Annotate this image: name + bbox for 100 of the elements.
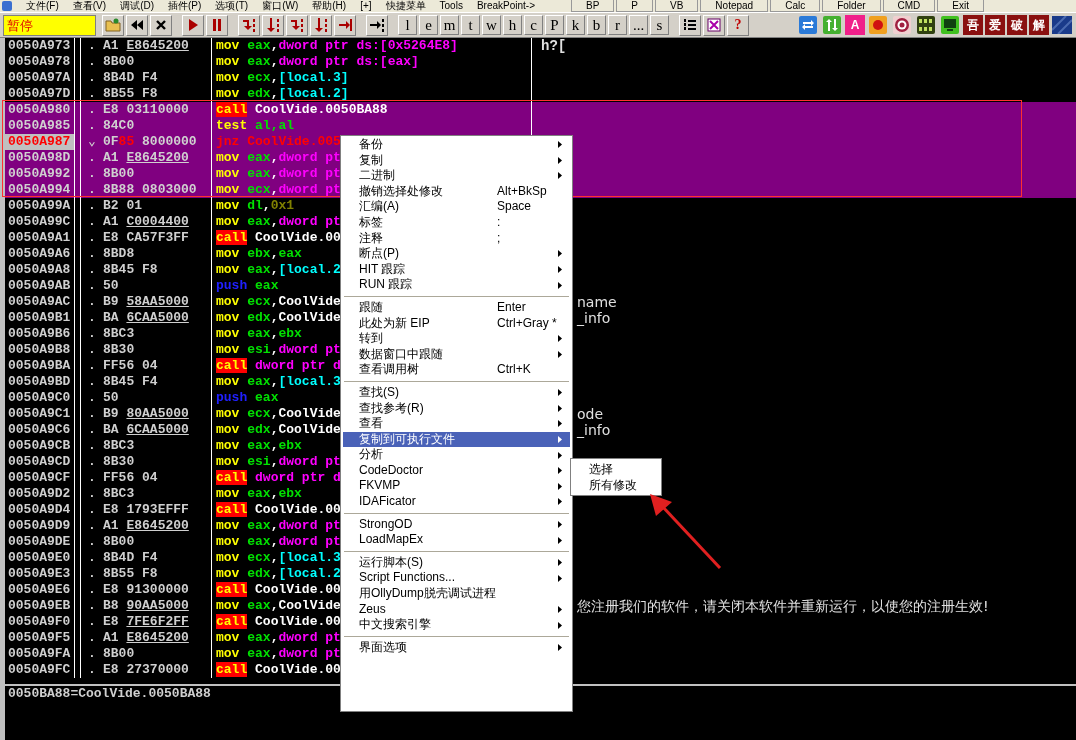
comment-text: _info <box>577 422 611 438</box>
hex-cell: 8BC3 <box>103 438 212 454</box>
hex-cell: 8B45 F4 <box>103 374 212 390</box>
hex-cell: E8 1793EFFF <box>103 502 212 518</box>
address-cell: 0050A978 <box>5 54 75 70</box>
row-marker: . <box>87 598 97 614</box>
address-cell: 0050A9CD <box>5 454 75 470</box>
row-marker: . <box>87 358 97 374</box>
row-marker: . <box>87 502 97 518</box>
address-cell: 0050A9F0 <box>5 614 75 630</box>
address-cell: 0050A9B8 <box>5 342 75 358</box>
hex-cell: E8 91300000 <box>103 582 212 598</box>
hex-cell: 8BD8 <box>103 246 212 262</box>
row-marker: . <box>87 278 97 294</box>
hex-cell: FF56 04 <box>103 470 212 486</box>
hex-cell: 8B00 <box>103 646 212 662</box>
comment-text: name <box>577 294 617 310</box>
row-marker: . <box>87 310 97 326</box>
row-marker: . <box>87 486 97 502</box>
status-field: 暂停 <box>3 14 96 36</box>
address-cell: 0050A99A <box>5 198 75 214</box>
address-cell: 0050A987 <box>5 134 75 150</box>
hex-cell: B9 58AA5000 <box>103 294 212 310</box>
address-cell: 0050A97A <box>5 70 75 86</box>
row-marker: . <box>87 438 97 454</box>
hex-cell: 8B45 F8 <box>103 262 212 278</box>
address-cell: 0050A9BA <box>5 358 75 374</box>
address-cell: 0050A99C <box>5 214 75 230</box>
address-cell: 0050A9FC <box>5 662 75 678</box>
comment-text: ode <box>577 406 604 422</box>
row-marker: . <box>87 550 97 566</box>
address-cell: 0050A9B6 <box>5 326 75 342</box>
address-cell: 0050A9E0 <box>5 550 75 566</box>
hex-cell: 8B4D F4 <box>103 550 212 566</box>
row-marker: . <box>87 342 97 358</box>
address-cell: 0050A9CF <box>5 470 75 486</box>
address-cell: 0050A9A1 <box>5 230 75 246</box>
hex-cell: 8BC3 <box>103 486 212 502</box>
address-cell: 0050A9C0 <box>5 390 75 406</box>
row-marker: . <box>87 230 97 246</box>
comment-text: h?[ <box>541 38 567 54</box>
row-marker: . <box>87 518 97 534</box>
address-cell: 0050A9AB <box>5 278 75 294</box>
hex-cell: 8B30 <box>103 342 212 358</box>
hex-cell: A1 C0004400 <box>103 214 212 230</box>
row-marker: . <box>87 566 97 582</box>
hex-cell: 8BC3 <box>103 326 212 342</box>
hex-cell: E8 27370000 <box>103 662 212 678</box>
address-cell: 0050A9AC <box>5 294 75 310</box>
row-marker: . <box>87 294 97 310</box>
hex-cell: 8B55 F8 <box>103 566 212 582</box>
row-marker: . <box>87 534 97 550</box>
hex-cell: BA 6CAA5000 <box>103 310 212 326</box>
row-marker: . <box>87 326 97 342</box>
row-marker: . <box>87 582 97 598</box>
hex-cell: E8 7FE6F2FF <box>103 614 212 630</box>
hex-cell: E8 CA57F3FF <box>103 230 212 246</box>
hex-cell: B8 90AA5000 <box>103 598 212 614</box>
address-cell: 0050A9EB <box>5 598 75 614</box>
address-cell: 0050A9CB <box>5 438 75 454</box>
address-cell: 0050A9BD <box>5 374 75 390</box>
address-cell: 0050A9F5 <box>5 630 75 646</box>
instruction-cell: mov ecx,[local.3] <box>212 70 532 86</box>
row-marker: . <box>87 454 97 470</box>
row-marker: . <box>87 662 97 678</box>
row-marker: . <box>87 374 97 390</box>
row-marker: . <box>87 102 97 118</box>
row-marker: . <box>87 214 97 230</box>
address-cell: 0050A9B1 <box>5 310 75 326</box>
hex-cell: A1 E8645200 <box>103 38 212 54</box>
row-marker: . <box>87 646 97 662</box>
hex-cell: 50 <box>103 278 212 294</box>
row-marker: . <box>87 262 97 278</box>
row-marker: . <box>87 118 97 134</box>
hex-cell: 8B00 <box>103 54 212 70</box>
hex-cell: FF56 04 <box>103 358 212 374</box>
row-marker: . <box>87 182 97 198</box>
row-marker: . <box>87 422 97 438</box>
row-marker: . <box>87 614 97 630</box>
address-cell: 0050A9E3 <box>5 566 75 582</box>
row-marker: . <box>87 470 97 486</box>
row-marker: . <box>87 150 97 166</box>
address-cell: 0050A9FA <box>5 646 75 662</box>
address-cell: 0050A973 <box>5 38 75 54</box>
hex-cell: 8B88 0803000 <box>103 182 212 198</box>
instruction-cell: mov eax,dword ptr ds:[0x5264E8] <box>212 38 532 54</box>
hex-cell: A1 E8645200 <box>103 630 212 646</box>
row-marker: . <box>87 406 97 422</box>
row-marker: . <box>87 390 97 406</box>
address-cell: 0050A9D4 <box>5 502 75 518</box>
hex-cell: BA 6CAA5000 <box>103 422 212 438</box>
row-marker: . <box>87 38 97 54</box>
hex-cell: A1 E8645200 <box>103 518 212 534</box>
row-marker: . <box>87 54 97 70</box>
hex-cell: 8B4D F4 <box>103 70 212 86</box>
row-marker: . <box>87 246 97 262</box>
hex-cell: B9 80AA5000 <box>103 406 212 422</box>
address-cell: 0050A9D2 <box>5 486 75 502</box>
comment-text: 您注册我们的软件，请关闭本软件并重新运行，以使您的注册生效! <box>577 598 989 614</box>
address-cell: 0050A9A8 <box>5 262 75 278</box>
